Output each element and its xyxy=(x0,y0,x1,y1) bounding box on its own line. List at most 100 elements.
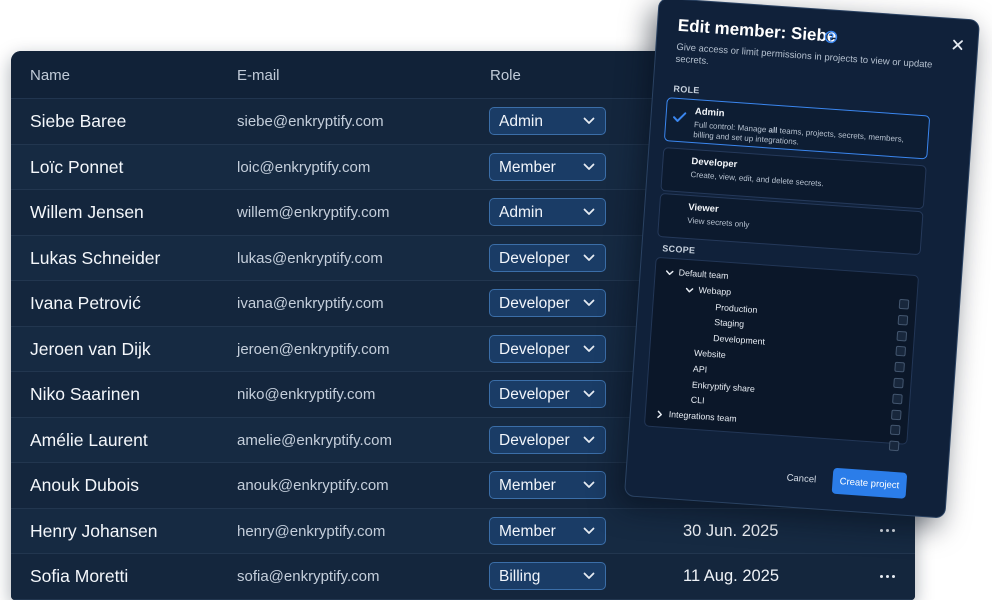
chevron-down-icon[interactable] xyxy=(665,269,674,278)
scope-tree-item[interactable]: Production xyxy=(715,302,758,315)
member-name: Niko Saarinen xyxy=(30,384,140,404)
scope-checkbox[interactable] xyxy=(890,409,902,420)
member-name: Willem Jensen xyxy=(30,202,144,222)
scope-checkbox[interactable] xyxy=(889,424,901,436)
member-name: Henry Johansen xyxy=(30,520,158,541)
member-date: 30 Jun. 2025 xyxy=(683,521,779,540)
member-email: jeroen@enkryptify.com xyxy=(237,340,390,358)
member-email: sofia@enkryptify.com xyxy=(237,568,380,585)
role-select[interactable]: Developer xyxy=(489,243,606,272)
help-circle-icon[interactable] xyxy=(824,30,838,44)
chevron-down-icon xyxy=(583,390,595,397)
role-option-title: Admin xyxy=(694,106,725,120)
member-email: siebe@enkryptify.com xyxy=(237,113,384,130)
member-email: willem@enkryptify.com xyxy=(237,204,390,221)
scope-tree-item[interactable]: CLI xyxy=(690,395,704,406)
column-header-email: E-mail xyxy=(237,67,280,84)
role-select[interactable]: Developer xyxy=(489,334,606,363)
scope-tree-item[interactable]: Development xyxy=(713,333,765,347)
chevron-down-icon xyxy=(583,299,595,306)
chevron-down-icon xyxy=(583,345,595,352)
scope-checkbox[interactable] xyxy=(893,377,904,389)
column-header-role: Role xyxy=(490,67,521,84)
member-email: anouk@enkryptify.com xyxy=(237,477,389,494)
chevron-down-icon xyxy=(583,163,595,170)
role-select-value: Developer xyxy=(499,386,570,403)
role-select-value: Developer xyxy=(499,431,570,449)
role-option-title: Viewer xyxy=(687,201,720,216)
member-email: niko@enkryptify.com xyxy=(237,386,376,403)
role-select[interactable]: Admin xyxy=(489,107,606,135)
member-email: amelie@enkryptify.com xyxy=(237,431,392,449)
member-name: Amélie Laurent xyxy=(30,429,148,450)
chevron-down-icon xyxy=(583,436,595,443)
scope-checkbox[interactable] xyxy=(894,361,905,373)
member-name: Ivana Petrović xyxy=(30,293,141,313)
member-email: henry@enkryptify.com xyxy=(237,522,386,540)
member-name: Siebe Baree xyxy=(30,111,127,131)
role-select-value: Member xyxy=(499,158,556,176)
scope-tree-item[interactable]: Webapp xyxy=(698,285,731,297)
role-option-title: Developer xyxy=(691,156,738,171)
chevron-down-icon xyxy=(583,572,595,579)
member-email: ivana@enkryptify.com xyxy=(237,295,384,312)
role-select[interactable]: Developer xyxy=(489,380,606,408)
chevron-down-icon xyxy=(583,208,595,215)
scope-tree: Default team Webapp Production Staging Devel… xyxy=(643,256,920,452)
member-name: Loïc Ponnet xyxy=(30,156,124,177)
role-select-value: Developer xyxy=(499,249,570,267)
role-section-heading: ROLE xyxy=(673,83,700,96)
role-select-value: Developer xyxy=(499,340,570,358)
chevron-right-icon[interactable] xyxy=(655,410,664,419)
scope-tree-item[interactable]: Staging xyxy=(714,317,744,329)
scope-checkbox[interactable] xyxy=(898,298,910,310)
member-email: lukas@enkryptify.com xyxy=(237,249,383,267)
role-select-value: Developer xyxy=(499,295,570,312)
chevron-down-icon xyxy=(583,254,595,261)
role-select[interactable]: Developer xyxy=(489,289,606,317)
scope-section-heading: SCOPE xyxy=(661,243,696,256)
cancel-button[interactable]: Cancel xyxy=(786,472,816,485)
scope-checkbox[interactable] xyxy=(888,440,900,452)
scope-checkbox[interactable] xyxy=(897,314,909,326)
member-name: Anouk Dubois xyxy=(30,475,139,495)
member-date: 11 Aug. 2025 xyxy=(683,567,780,585)
role-select[interactable]: Member xyxy=(489,152,606,181)
table-row: Sofia Moretti sofia@enkryptify.com Billing… xyxy=(11,554,915,600)
member-name: Lukas Schneider xyxy=(30,247,161,268)
scope-tree-item[interactable]: Enkryptify share xyxy=(692,379,756,393)
member-name: Sofia Moretti xyxy=(30,566,129,586)
modal-title: Edit member: Siebe xyxy=(677,15,837,46)
role-select[interactable]: Admin xyxy=(489,198,606,226)
close-icon[interactable] xyxy=(952,39,964,51)
role-option-description: View secrets only xyxy=(687,215,750,230)
scope-tree-item[interactable]: API xyxy=(693,363,708,374)
scope-checkbox[interactable] xyxy=(896,330,908,342)
scope-tree-item[interactable]: Integrations team xyxy=(668,409,737,424)
role-select-value: Admin xyxy=(499,113,543,130)
scope-tree-item[interactable]: Default team xyxy=(678,267,728,280)
role-select[interactable]: Developer xyxy=(489,425,606,454)
role-select[interactable]: Member xyxy=(489,516,606,545)
role-option-description: Create, view, edit, and delete secrets. xyxy=(690,170,824,189)
edit-member-modal: Edit member: Siebe Give access or limit … xyxy=(623,0,981,519)
table-row: Henry Johansen henry@enkryptify.com Member… xyxy=(11,508,915,554)
column-header-name: Name xyxy=(30,67,71,84)
chevron-down-icon xyxy=(583,527,595,534)
check-icon xyxy=(673,112,687,122)
more-horizontal-icon[interactable] xyxy=(873,562,901,590)
member-name: Jeroen van Dijk xyxy=(30,338,151,359)
chevron-down-icon xyxy=(583,117,595,124)
role-select[interactable]: Member xyxy=(489,471,606,499)
create-project-button[interactable]: Create project xyxy=(831,467,908,499)
scope-checkbox[interactable] xyxy=(895,346,907,357)
role-select[interactable]: Billing xyxy=(489,562,606,590)
role-select-value: Admin xyxy=(499,204,543,221)
chevron-down-icon[interactable] xyxy=(685,286,694,295)
role-select-value: Member xyxy=(499,477,556,494)
scope-tree-item[interactable]: Website xyxy=(694,348,726,360)
more-horizontal-icon[interactable] xyxy=(873,517,901,545)
chevron-down-icon xyxy=(583,481,595,488)
role-select-value: Billing xyxy=(499,568,541,585)
scope-checkbox[interactable] xyxy=(892,393,903,405)
